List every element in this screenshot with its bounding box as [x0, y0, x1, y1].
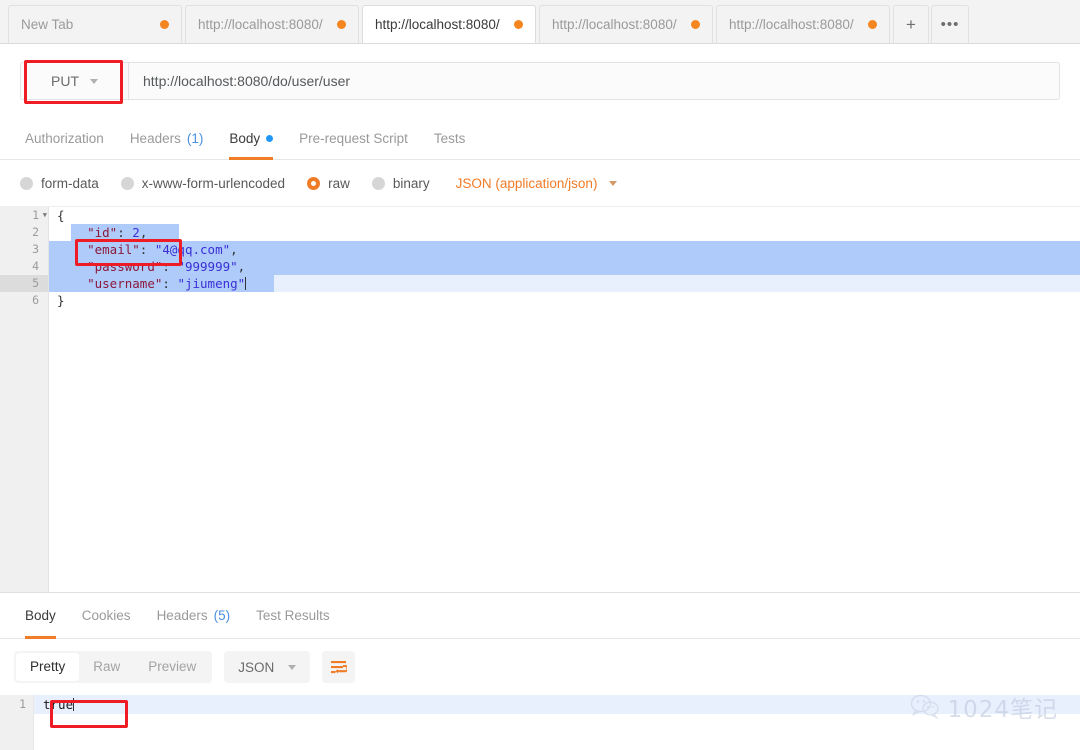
radio-icon[interactable] — [20, 176, 33, 190]
chevron-down-icon — [90, 78, 98, 84]
request-url-bar: PUT http://localhost:8080/do/user/user — [0, 44, 1080, 118]
line-number: 6 — [32, 293, 39, 307]
body-type-label: form-data — [41, 175, 99, 191]
chevron-down-icon — [609, 180, 618, 186]
browser-tab-bar: New Tab http://localhost:8080/ http://lo… — [0, 0, 1080, 44]
tab-label: Test Results — [256, 608, 330, 623]
request-tab[interactable]: http://localhost:8080/ — [539, 5, 713, 43]
code-line-selected: "password": "999999", — [49, 258, 1080, 275]
body-type-label: raw — [328, 175, 350, 191]
word-wrap-icon — [331, 660, 348, 673]
line-number: 2 — [32, 225, 39, 239]
tab-label: Pre-request Script — [299, 131, 408, 146]
response-view-mode-group: Pretty Raw Preview — [14, 651, 213, 683]
body-present-dot-icon — [266, 135, 274, 142]
response-value: true — [43, 697, 74, 712]
response-code-line: true — [34, 695, 1080, 714]
code-line: { — [57, 208, 65, 223]
unsaved-dot-icon — [514, 20, 523, 29]
word-wrap-button[interactable] — [322, 651, 356, 683]
response-tab-headers[interactable]: Headers (5) — [144, 593, 244, 639]
request-tab-label: http://localhost:8080/ — [375, 17, 500, 32]
response-tab-test-results[interactable]: Test Results — [243, 593, 343, 639]
code-line: } — [57, 293, 65, 308]
line-number: 3 — [32, 242, 39, 256]
tab-label: Body — [25, 608, 56, 623]
line-number: 4 — [32, 259, 39, 273]
content-type-dropdown[interactable]: JSON (application/json) — [456, 176, 618, 191]
tab-headers[interactable]: Headers (1) — [117, 118, 217, 160]
line-number: 1 — [19, 697, 26, 711]
tab-label: Authorization — [25, 131, 104, 146]
editor-gutter: 1 ▼ 2 3 4 5 6 — [0, 207, 49, 592]
radio-icon[interactable] — [120, 176, 134, 190]
tab-pre-request-script[interactable]: Pre-request Script — [286, 118, 421, 160]
body-type-selector: form-data x-www-form-urlencoded raw bina… — [0, 160, 1080, 206]
radio-icon-selected[interactable] — [307, 176, 321, 190]
tab-label: Headers — [156, 608, 208, 623]
tab-label: Body — [229, 131, 261, 146]
method-dropdown-wrap: PUT — [20, 62, 128, 100]
tab-authorization[interactable]: Authorization — [12, 118, 117, 160]
tab-body[interactable]: Body — [216, 118, 286, 160]
line-number-active: 5 — [0, 275, 48, 292]
view-mode-pretty[interactable]: Pretty — [16, 653, 80, 681]
content-type-label: JSON (application/json) — [455, 175, 598, 191]
unsaved-dot-icon — [160, 20, 169, 29]
code-line-selected: "id": 2, — [49, 224, 1080, 241]
body-type-urlencoded[interactable]: x-www-form-urlencoded — [120, 175, 286, 191]
headers-count: (1) — [186, 131, 204, 146]
unsaved-dot-icon — [691, 20, 700, 29]
code-line-active: "username": "jiumeng" — [49, 275, 1080, 292]
response-toolbar: Pretty Raw Preview JSON — [0, 639, 1080, 695]
code-line-selected: "email": "4@qq.com", — [49, 241, 1080, 258]
unsaved-dot-icon — [337, 20, 346, 29]
request-tab-active[interactable]: http://localhost:8080/ — [362, 5, 536, 43]
tab-overflow-menu-button[interactable]: ••• — [931, 5, 969, 43]
response-format-label: JSON — [238, 659, 275, 675]
request-body-editor[interactable]: 1 ▼ 2 3 4 5 6 { "id": 2, "email": "4@qq.… — [0, 206, 1080, 592]
unsaved-dot-icon — [868, 20, 877, 29]
request-tab[interactable]: http://localhost:8080/ — [185, 5, 359, 43]
request-tab-label: http://localhost:8080/ — [552, 17, 677, 32]
view-mode-preview[interactable]: Preview — [134, 653, 210, 681]
response-code-area[interactable]: true — [34, 695, 1080, 750]
new-tab-button[interactable]: + — [893, 5, 929, 43]
body-type-binary[interactable]: binary — [371, 175, 430, 191]
response-section-tabs: Body Cookies Headers (5) Test Results — [0, 593, 1080, 639]
line-number: 1 ▼ — [0, 207, 48, 224]
request-tab-label: http://localhost:8080/ — [198, 17, 323, 32]
http-method-dropdown[interactable]: PUT — [20, 62, 128, 100]
request-tab[interactable]: New Tab — [8, 5, 182, 43]
tab-label: Headers — [129, 131, 181, 146]
body-type-label: binary — [392, 175, 430, 191]
request-tab-label: New Tab — [21, 17, 74, 32]
request-section-tabs: Authorization Headers (1) Body Pre-reque… — [0, 118, 1080, 160]
chevron-down-icon — [288, 664, 297, 670]
response-tab-cookies[interactable]: Cookies — [69, 593, 144, 639]
request-tab[interactable]: http://localhost:8080/ — [716, 5, 890, 43]
response-headers-count: (5) — [213, 608, 231, 623]
request-tab-label: http://localhost:8080/ — [729, 17, 854, 32]
http-method-label: PUT — [51, 73, 79, 89]
body-type-form-data[interactable]: form-data — [20, 176, 99, 191]
view-mode-raw[interactable]: Raw — [79, 653, 134, 681]
editor-code-area[interactable]: { "id": 2, "email": "4@qq.com", "passwor… — [49, 207, 1080, 592]
tab-tests[interactable]: Tests — [421, 118, 479, 160]
tab-label: Tests — [433, 131, 466, 146]
response-tab-body[interactable]: Body — [12, 593, 69, 639]
response-format-dropdown[interactable]: JSON — [224, 651, 311, 683]
line-number-text: 1 — [32, 208, 39, 222]
body-type-raw[interactable]: raw — [307, 176, 350, 191]
response-editor-gutter: 1 — [0, 695, 34, 750]
radio-icon[interactable] — [371, 176, 385, 190]
url-input[interactable]: http://localhost:8080/do/user/user — [128, 62, 1060, 100]
fold-arrow-icon[interactable]: ▼ — [43, 207, 47, 224]
response-body-editor[interactable]: 1 true — [0, 695, 1080, 750]
tab-label: Cookies — [81, 608, 131, 623]
body-type-label: x-www-form-urlencoded — [141, 175, 286, 191]
